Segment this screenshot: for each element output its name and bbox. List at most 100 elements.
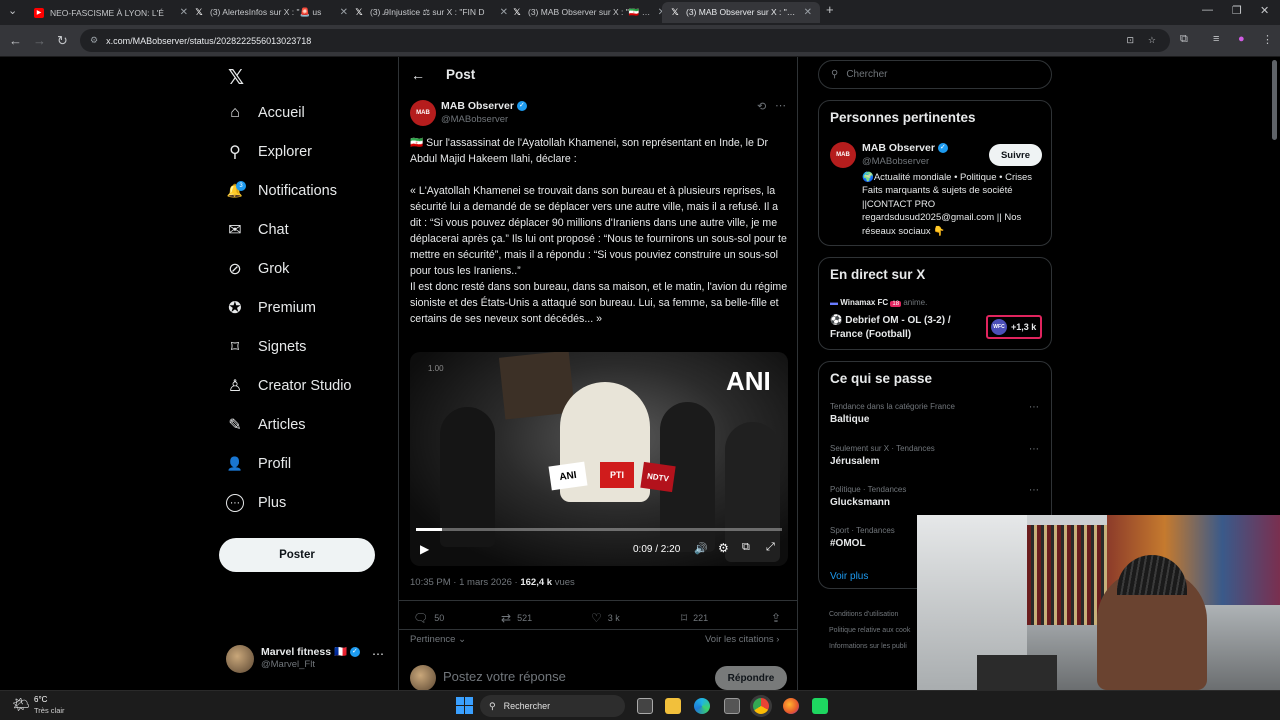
- weather-temp: 6°C: [34, 695, 48, 704]
- more-icon[interactable]: ⋯: [775, 99, 786, 112]
- profile-icon[interactable]: ●: [1238, 33, 1245, 45]
- reply-icon: 🗨: [413, 611, 429, 625]
- weather-icon[interactable]: 🌤: [12, 696, 30, 713]
- sort-dropdown[interactable]: Pertinence ⌄: [410, 634, 466, 645]
- forward-icon[interactable]: →: [33, 33, 46, 48]
- more-icon[interactable]: ⋯: [372, 647, 384, 661]
- more-icon[interactable]: ⋯: [1029, 402, 1039, 413]
- post-button[interactable]: Poster: [219, 538, 375, 572]
- store-icon[interactable]: [724, 698, 740, 714]
- scrollbar[interactable]: [1272, 60, 1277, 140]
- repost-action[interactable]: ⇄ 521: [501, 611, 532, 625]
- reply-input[interactable]: Postez votre réponse: [443, 669, 566, 684]
- search-icon: ⚲: [229, 144, 241, 161]
- taskbar-search[interactable]: ⚲ Rechercher: [480, 695, 625, 717]
- bookmark-action[interactable]: ⌑ 221: [681, 611, 708, 625]
- restore-icon[interactable]: ❐: [1232, 4, 1242, 17]
- settings-icon[interactable]: ⚙: [718, 541, 729, 555]
- nav-item-signets[interactable]: ⌑ Signets: [226, 338, 306, 356]
- author-handle[interactable]: @MABobserver: [441, 114, 508, 125]
- reply-button[interactable]: Répondre: [715, 666, 787, 690]
- view-citations-link[interactable]: Voir les citations ›: [705, 634, 779, 645]
- tab-title: NEO-FASCISME À LYON: L'É: [50, 7, 164, 18]
- nav-item-profil[interactable]: 👤 Profil: [226, 455, 291, 473]
- firefox-icon[interactable]: [783, 698, 799, 714]
- nav-item-plus[interactable]: ⋯ Plus: [226, 494, 286, 512]
- nav-item-accueil[interactable]: ⌂ Accueil: [226, 104, 305, 122]
- tab-title: (3) MAB Observer sur X : "🇮🇷 Su: [686, 7, 798, 17]
- footer-link[interactable]: Politique relative aux cook: [829, 623, 919, 639]
- account-name: Marvel fitness 🇫🇷 ✓: [261, 645, 360, 658]
- back-icon[interactable]: ←: [9, 33, 22, 48]
- back-arrow-icon[interactable]: ←: [411, 67, 425, 83]
- close-tab-icon[interactable]: ✕: [804, 7, 812, 18]
- windows-start-icon[interactable]: [456, 697, 473, 714]
- minimize-icon[interactable]: —: [1202, 4, 1213, 16]
- browser-tab[interactable]: 𝕏 (3) ᎯInjustice ⚖ sur X : "FIN D ✕: [346, 2, 516, 23]
- x-logo-icon: 𝕏: [195, 7, 203, 17]
- divider: [399, 600, 797, 601]
- video-watermark: ANI: [726, 366, 771, 396]
- video-player[interactable]: ANI PTI NDTV ANI 1.00 ▶ 0:09 / 2:20 🔊 ⚙ …: [410, 352, 788, 566]
- nav-item-creator-studio[interactable]: ♙ Creator Studio: [226, 377, 352, 395]
- bookmark-star-icon[interactable]: ☆: [1148, 35, 1156, 46]
- close-window-icon[interactable]: ✕: [1260, 4, 1269, 17]
- browser-tab[interactable]: 𝕏 (3) MAB Observer sur X : "🇮🇷 Sur ✕: [504, 2, 674, 23]
- trend-item[interactable]: Politique · Tendances Glucksmann: [830, 485, 906, 508]
- nav-item-grok[interactable]: ⊘ Grok: [226, 260, 289, 278]
- trend-item[interactable]: Sport · Tendances #OMOL: [830, 526, 895, 549]
- like-action[interactable]: ♡ 3 k: [591, 611, 620, 625]
- nav-item-premium[interactable]: ✪ Premium: [226, 299, 316, 317]
- live-listeners[interactable]: WFC +1,3 k: [986, 315, 1042, 339]
- browser-tab[interactable]: 𝕏 (3) AlertesInfos sur X : "🚨 us ✕: [186, 2, 356, 23]
- more-icon[interactable]: ⋯: [1029, 485, 1039, 496]
- search-input[interactable]: ⚲ Chercher: [818, 60, 1052, 89]
- share-action[interactable]: ⇪: [771, 611, 781, 625]
- nav-item-chat[interactable]: ✉ Chat: [226, 221, 288, 239]
- tab-search-icon[interactable]: ⌄: [8, 4, 17, 17]
- app-icon[interactable]: [812, 698, 828, 714]
- volume-icon[interactable]: 🔊: [694, 542, 708, 555]
- live-title[interactable]: ⚽ Debrief OM - OL (3-2) / France (Footba…: [830, 314, 970, 342]
- file-explorer-icon[interactable]: [665, 698, 681, 714]
- media-icon[interactable]: ≡: [1213, 33, 1219, 45]
- pip-icon[interactable]: ⧉: [742, 541, 750, 554]
- address-bar[interactable]: ⚙ x.com/MABobserver/status/2028222556013…: [80, 29, 1170, 52]
- nav-label: Profil: [258, 456, 292, 472]
- trend-item[interactable]: Tendance dans la catégorie France Baltiqu…: [830, 402, 955, 425]
- reload-icon[interactable]: ↻: [57, 33, 68, 49]
- author-avatar[interactable]: MAB: [410, 100, 436, 126]
- see-more-link[interactable]: Voir plus: [830, 571, 868, 582]
- new-tab-icon[interactable]: +: [826, 2, 834, 17]
- suggested-name[interactable]: MAB Observer ✓: [862, 142, 948, 154]
- live-host[interactable]: ▬ Winamax FC 18 anime.: [830, 298, 927, 307]
- nav-item-articles[interactable]: ✎ Articles: [226, 416, 305, 434]
- fullscreen-icon[interactable]: ⤢: [766, 541, 775, 554]
- extensions-icon[interactable]: ⧉: [1180, 33, 1188, 46]
- chrome-menu-icon[interactable]: ⋮: [1262, 33, 1273, 46]
- suggested-bio: 🌍Actualité mondiale • Politique • Crises…: [862, 172, 1033, 237]
- browser-tab[interactable]: ▶ NEO-FASCISME À LYON: L'É ✕: [26, 2, 196, 23]
- more-icon[interactable]: ⋯: [1029, 444, 1039, 455]
- footer-link[interactable]: Informations sur les publi: [829, 639, 919, 655]
- site-info-icon[interactable]: ⚙: [90, 35, 98, 46]
- author-avatar[interactable]: MAB: [830, 142, 856, 168]
- author-name[interactable]: MAB Observer ✓: [441, 100, 527, 112]
- trend-item[interactable]: Seulement sur X · Tendances Jérusalem: [830, 444, 935, 467]
- nav-item-explorer[interactable]: ⚲ Explorer: [226, 143, 312, 161]
- account-switcher[interactable]: Marvel fitness 🇫🇷 ✓ @Marvel_Flt ⋯: [226, 643, 396, 677]
- x-logo-icon[interactable]: 𝕏: [228, 65, 244, 90]
- follow-button[interactable]: Suivre: [989, 144, 1042, 166]
- footer-link[interactable]: Conditions d'utilisation: [829, 607, 919, 623]
- edge-icon[interactable]: [694, 698, 710, 714]
- reply-action[interactable]: 🗨 50: [413, 611, 444, 625]
- task-view-icon[interactable]: [637, 698, 653, 714]
- nav-label: Creator Studio: [258, 378, 352, 394]
- account-handle: @Marvel_Flt: [261, 659, 315, 670]
- install-app-icon[interactable]: ⊡: [1126, 35, 1134, 46]
- grok-explain-icon[interactable]: ⟲: [757, 100, 766, 113]
- play-icon[interactable]: ▶: [420, 542, 429, 556]
- browser-tab-active[interactable]: 𝕏 (3) MAB Observer sur X : "🇮🇷 Su ✕: [662, 2, 820, 23]
- video-progress-track[interactable]: [416, 528, 782, 531]
- chrome-icon[interactable]: [753, 698, 769, 714]
